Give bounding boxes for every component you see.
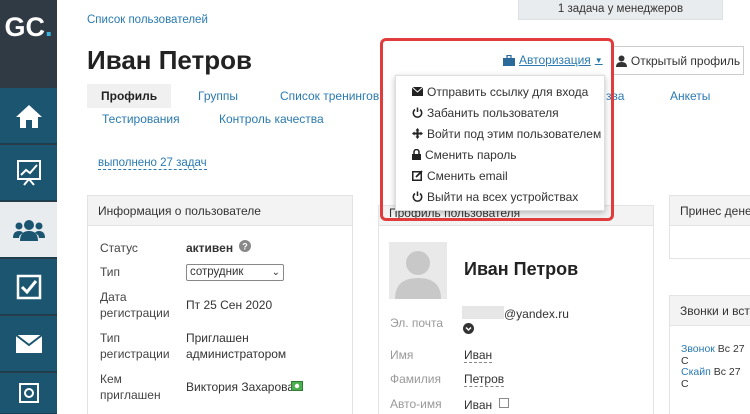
- invited-label-1: Кем: [100, 372, 122, 386]
- open-profile-label: Открытый профиль: [630, 53, 741, 68]
- reg-date-label-1: Дата: [100, 290, 127, 304]
- invited-by-value[interactable]: Виктория Захарова: [186, 380, 294, 395]
- nav-tasks[interactable]: [0, 259, 57, 315]
- open-profile-button[interactable]: Открытый профиль: [612, 46, 744, 75]
- tab-groups[interactable]: Группы: [198, 89, 238, 103]
- done-tasks-link[interactable]: выполнено 27 задач: [98, 157, 207, 170]
- call-item[interactable]: Звонок Вс 27 С: [681, 343, 750, 367]
- chart-icon: [16, 159, 41, 186]
- calls-panel-title: Звонки и встр: [670, 296, 750, 326]
- status-value: активен: [186, 241, 234, 255]
- reg-type-value-1: Приглашен: [186, 331, 249, 345]
- nav-settings[interactable]: [0, 373, 57, 414]
- users-icon: [12, 219, 45, 241]
- chevron-circle-icon[interactable]: [463, 323, 474, 334]
- help-icon[interactable]: ?: [239, 240, 251, 252]
- manager-tasks-notice[interactable]: 1 задача у менеджеров: [518, 0, 723, 20]
- user-silhouette-icon: [395, 251, 441, 299]
- last-name-label: Фамилия: [390, 372, 441, 386]
- nav-mail[interactable]: [0, 316, 57, 372]
- money-icon: [291, 381, 303, 391]
- auto-name-checkbox[interactable]: [499, 398, 509, 408]
- home-icon: [15, 104, 42, 128]
- page-title: Иван Петров: [87, 45, 253, 75]
- skype-item[interactable]: Скайп Вс 27 С: [681, 366, 750, 390]
- income-panel: Принес дене: [669, 195, 750, 259]
- settings-icon: [18, 383, 39, 403]
- svg-text:?: ?: [242, 242, 248, 252]
- mail-icon: [14, 333, 43, 353]
- reg-type-label-2: регистрации: [100, 347, 170, 361]
- nav-users[interactable]: [0, 202, 57, 258]
- first-name-label: Имя: [390, 348, 414, 362]
- logo-dot: .: [44, 12, 53, 42]
- profile-name: Иван Петров: [464, 259, 579, 279]
- highlight-frame: [380, 38, 614, 221]
- invited-label-2: приглашен: [100, 388, 161, 402]
- checkbox-icon: [16, 274, 41, 299]
- logo[interactable]: GC.: [0, 0, 57, 55]
- auto-name-label: Авто-имя: [390, 397, 442, 411]
- status-label: Статус: [100, 241, 138, 255]
- email-redacted: [462, 306, 504, 319]
- call-type: Звонок: [681, 343, 715, 355]
- reg-date-label-2: регистрации: [100, 306, 170, 320]
- tab-forms[interactable]: Анкеты: [670, 89, 710, 103]
- type-select[interactable]: сотрудник ⌄: [186, 264, 284, 281]
- income-panel-title: Принес дене: [670, 196, 750, 226]
- nav-home[interactable]: [0, 88, 57, 144]
- nav-stats[interactable]: [0, 145, 57, 201]
- sidebar: GC.: [0, 0, 57, 414]
- email-label: Эл. почта: [390, 316, 444, 330]
- type-label: Тип: [100, 265, 121, 279]
- last-name-value[interactable]: Петров: [464, 372, 505, 387]
- avatar: [389, 242, 447, 299]
- tab-trainings[interactable]: Список тренингов: [280, 89, 379, 103]
- reg-date-value: Пт 25 Сен 2020: [186, 298, 273, 312]
- type-select-value: сотрудник: [190, 266, 244, 278]
- logo-text: GC: [4, 12, 45, 42]
- auto-name-value: Иван: [464, 398, 493, 412]
- tab-tests[interactable]: Тестирования: [102, 112, 180, 126]
- reg-type-label-1: Тип: [100, 331, 121, 345]
- user-icon: [615, 55, 627, 67]
- email-value[interactable]: @yandex.ru: [504, 307, 569, 322]
- tab-quality-control[interactable]: Контроль качества: [219, 112, 324, 126]
- reg-type-value-2: администратором: [186, 347, 287, 361]
- user-info-title: Информация о пользователе: [88, 196, 352, 226]
- tab-profile[interactable]: Профиль: [87, 84, 172, 108]
- breadcrumb[interactable]: Список пользователей: [87, 14, 208, 26]
- first-name-value[interactable]: Иван: [464, 348, 493, 363]
- chevron-down-icon: ⌄: [271, 267, 280, 278]
- skype-type: Скайп: [681, 366, 711, 378]
